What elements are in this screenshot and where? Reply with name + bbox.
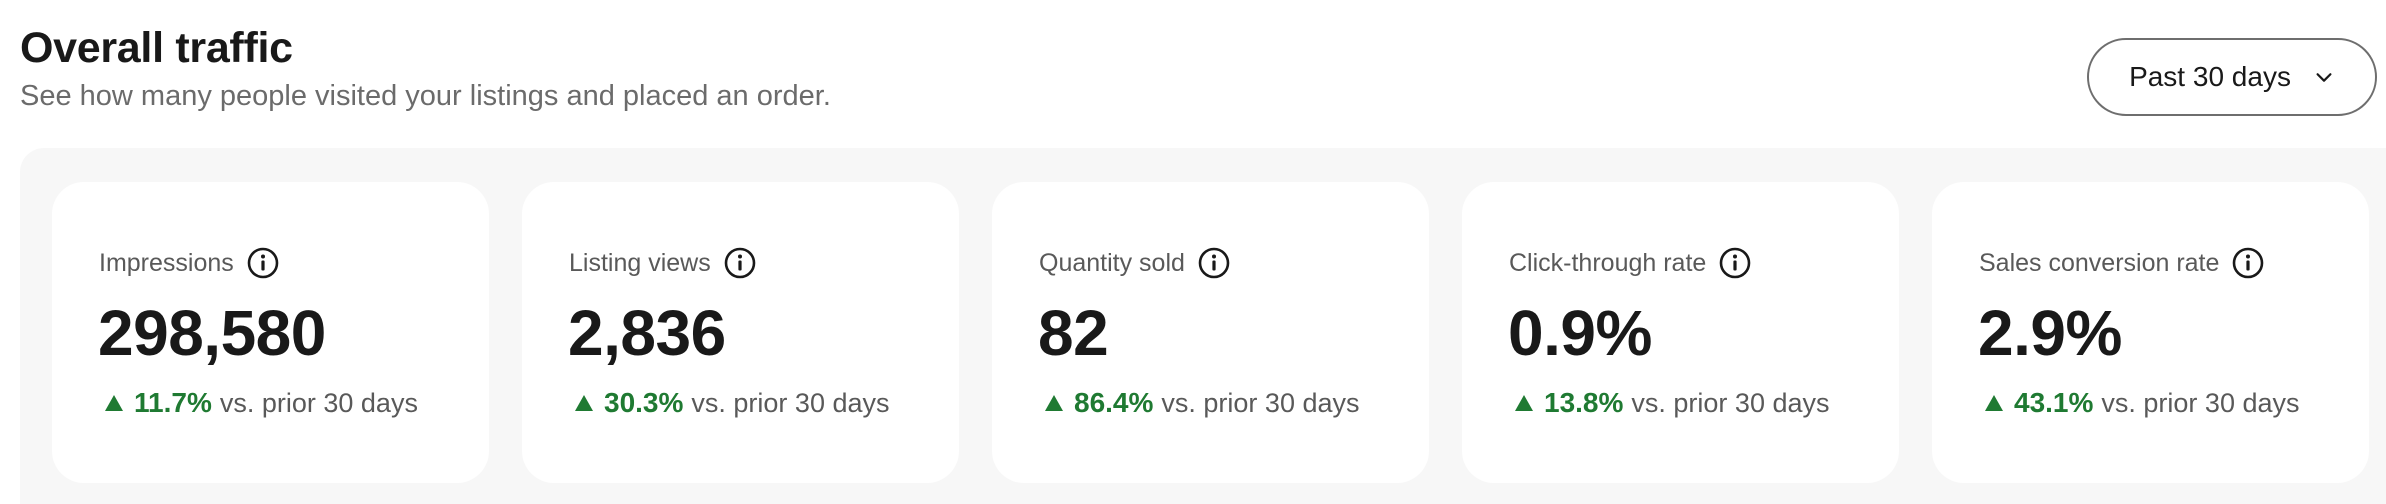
metric-value: 298,580 bbox=[98, 297, 326, 369]
date-range-label: Past 30 days bbox=[2129, 61, 2291, 92]
triangle-up-icon bbox=[105, 395, 123, 411]
metric-card-click-through-rate: Click-through rate 0.9% 13.8% vs. prior … bbox=[1462, 182, 1899, 483]
metric-change: 30.3% bbox=[604, 387, 684, 418]
metric-label: Impressions bbox=[99, 249, 234, 277]
page-subtitle: See how many people visited your listing… bbox=[20, 80, 831, 112]
triangle-up-icon bbox=[1515, 395, 1533, 411]
info-icon[interactable] bbox=[2231, 246, 2265, 280]
metric-label: Click-through rate bbox=[1509, 249, 1707, 277]
metric-comparison: vs. prior 30 days bbox=[2101, 387, 2300, 418]
metric-card-sales-conversion-rate: Sales conversion rate 2.9% 43.1% vs. pri… bbox=[1932, 182, 2369, 483]
triangle-up-icon bbox=[1045, 395, 1063, 411]
triangle-up-icon bbox=[575, 395, 593, 411]
metric-comparison: vs. prior 30 days bbox=[691, 387, 890, 418]
metric-label: Sales conversion rate bbox=[1979, 249, 2220, 277]
metric-comparison: vs. prior 30 days bbox=[219, 387, 418, 418]
metric-comparison: vs. prior 30 days bbox=[1631, 387, 1830, 418]
metric-change: 86.4% bbox=[1074, 387, 1154, 418]
metric-value: 2.9% bbox=[1978, 297, 2122, 369]
metric-value: 2,836 bbox=[568, 297, 726, 369]
triangle-up-icon bbox=[1985, 395, 2003, 411]
metric-value: 0.9% bbox=[1508, 297, 1652, 369]
metric-change: 43.1% bbox=[2014, 387, 2094, 418]
metric-card-impressions: Impressions 298,580 11.7% vs. prior 30 d… bbox=[52, 182, 489, 483]
metric-label: Quantity sold bbox=[1039, 249, 1185, 277]
info-icon[interactable] bbox=[1197, 246, 1231, 280]
info-icon[interactable] bbox=[246, 246, 280, 280]
date-range-dropdown[interactable]: Past 30 days bbox=[2087, 38, 2377, 116]
metric-card-listing-views: Listing views 2,836 30.3% vs. prior 30 d… bbox=[522, 182, 959, 483]
chevron-down-icon bbox=[2316, 73, 2332, 82]
info-icon[interactable] bbox=[1718, 246, 1752, 280]
metric-card-quantity-sold: Quantity sold 82 86.4% vs. prior 30 days bbox=[992, 182, 1429, 483]
info-icon[interactable] bbox=[723, 246, 757, 280]
page-title: Overall traffic bbox=[20, 24, 293, 72]
metric-change: 11.7% bbox=[134, 387, 212, 418]
metric-comparison: vs. prior 30 days bbox=[1161, 387, 1360, 418]
metric-change: 13.8% bbox=[1544, 387, 1624, 418]
metric-label: Listing views bbox=[569, 249, 711, 277]
metric-value: 82 bbox=[1038, 297, 1109, 369]
